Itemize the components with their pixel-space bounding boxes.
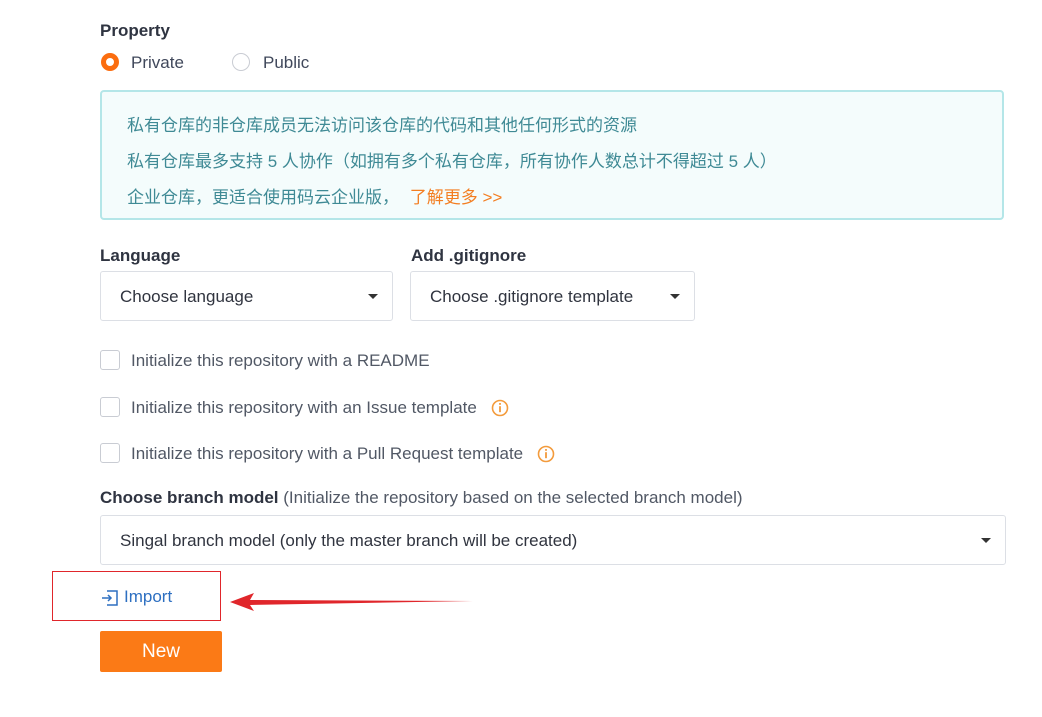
radio-public-indicator[interactable]	[232, 53, 250, 71]
language-label: Language	[100, 246, 181, 265]
branch-model-hint: (Initialize the repository based on the …	[278, 488, 743, 507]
language-select-value: Choose language	[120, 287, 254, 306]
issue-template-checkbox-label[interactable]: Initialize this repository with an Issue…	[131, 398, 477, 418]
annotation-arrow	[230, 593, 473, 611]
import-icon[interactable]	[100, 588, 120, 608]
chevron-down-icon	[670, 294, 680, 299]
pr-template-checkbox[interactable]	[100, 443, 120, 463]
branch-model-title: Choose branch model	[100, 488, 279, 507]
radio-private-label[interactable]: Private	[131, 53, 184, 73]
branch-model-label: Choose branch model (Initialize the repo…	[100, 488, 743, 508]
import-highlight-box: Import	[52, 571, 221, 621]
info-icon[interactable]	[491, 399, 509, 417]
property-label: Property	[100, 21, 170, 40]
branch-model-select-value: Singal branch model (only the master bra…	[120, 531, 578, 550]
notice-line-2: 私有仓库最多支持 5 人协作（如拥有多个私有仓库，所有协作人数总计不得超过 5 …	[127, 152, 777, 171]
import-link[interactable]: Import	[124, 587, 172, 607]
language-select[interactable]: Choose language	[100, 271, 393, 321]
info-icon[interactable]	[537, 445, 555, 463]
new-button[interactable]: New	[100, 631, 222, 672]
chevron-down-icon	[368, 294, 378, 299]
radio-private-indicator[interactable]	[101, 53, 119, 71]
private-repo-notice: 私有仓库的非仓库成员无法访问该仓库的代码和其他任何形式的资源 私有仓库最多支持 …	[100, 90, 1004, 220]
issue-template-checkbox[interactable]	[100, 397, 120, 417]
gitignore-select[interactable]: Choose .gitignore template	[410, 271, 695, 321]
notice-line-1: 私有仓库的非仓库成员无法访问该仓库的代码和其他任何形式的资源	[127, 116, 637, 135]
gitignore-select-value: Choose .gitignore template	[430, 287, 634, 306]
gitignore-label: Add .gitignore	[411, 246, 527, 265]
branch-model-select[interactable]: Singal branch model (only the master bra…	[100, 515, 1006, 565]
chevron-down-icon	[981, 538, 991, 543]
readme-checkbox-label[interactable]: Initialize this repository with a README	[131, 351, 430, 371]
pr-template-checkbox-label[interactable]: Initialize this repository with a Pull R…	[131, 444, 523, 464]
learn-more-link[interactable]: 了解更多 >>	[410, 188, 503, 207]
readme-checkbox[interactable]	[100, 350, 120, 370]
notice-line-3-text: 企业仓库，更适合使用码云企业版，	[127, 188, 399, 207]
notice-line-3: 企业仓库，更适合使用码云企业版， 了解更多 >>	[127, 183, 502, 208]
radio-public-label[interactable]: Public	[263, 53, 309, 73]
